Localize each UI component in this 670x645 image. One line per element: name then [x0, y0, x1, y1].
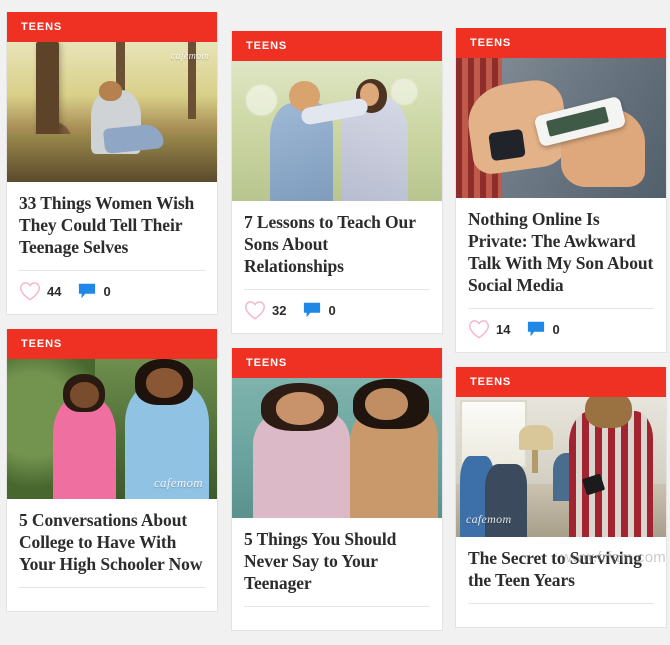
category-label: TEENS [21, 338, 63, 351]
like-count: 44 [47, 283, 62, 299]
article-title[interactable]: 5 Conversations About College to Have Wi… [19, 509, 205, 575]
card-body: 5 Things You Should Never Say to Your Te… [232, 518, 442, 608]
article-card[interactable]: TEENS 5 Things You Should Never Say to Y… [231, 348, 443, 632]
like-count: 14 [496, 321, 511, 337]
card-metrics: 32 0 [232, 290, 442, 333]
comment-count: 0 [552, 321, 560, 337]
photo-credit-watermark: cafemom [466, 512, 512, 527]
card-body: Nothing Online Is Private: The Awkward T… [456, 198, 666, 310]
article-card[interactable]: TEENS cafemom 33 Things Women Wish They … [6, 12, 218, 316]
article-thumbnail[interactable]: cafemom [456, 397, 666, 538]
card-metrics: 44 0 [7, 271, 217, 314]
comment-icon[interactable] [526, 320, 546, 338]
card-body: 5 Conversations About College to Have Wi… [7, 499, 217, 589]
category-label: TEENS [470, 37, 512, 49]
article-card[interactable]: TEENS cafemom 5 Conversations About Coll… [6, 329, 218, 613]
comment-count: 0 [103, 283, 111, 299]
comment-count: 0 [328, 302, 336, 318]
photo-illustration [232, 378, 442, 519]
article-thumbnail[interactable] [232, 61, 442, 201]
article-thumbnail[interactable] [456, 58, 666, 198]
card-column-1: TEENS cafemom 33 Things Women Wish They … [6, 0, 218, 626]
category-label: TEENS [21, 21, 63, 33]
article-card[interactable]: TEENS Nothing Online Is Private: The Awk… [455, 28, 667, 354]
card-body: 7 Lessons to Teach Our Sons About Relati… [232, 201, 442, 291]
heart-icon[interactable] [244, 300, 266, 320]
photo-illustration [7, 42, 217, 182]
article-title[interactable]: 7 Lessons to Teach Our Sons About Relati… [244, 211, 430, 277]
card-metrics [232, 607, 442, 630]
category-banner[interactable]: TEENS [456, 28, 666, 58]
category-banner[interactable]: TEENS [456, 367, 666, 398]
card-body: The Secret to Surviving the Teen Years [456, 537, 666, 605]
category-banner[interactable]: TEENS [7, 329, 217, 360]
category-banner[interactable]: TEENS [232, 348, 442, 379]
category-banner[interactable]: TEENS [7, 12, 217, 42]
article-title[interactable]: 5 Things You Should Never Say to Your Te… [244, 528, 430, 594]
category-label: TEENS [470, 376, 512, 389]
article-thumbnail[interactable]: cafemom [7, 359, 217, 500]
comment-icon[interactable] [77, 282, 97, 300]
article-title[interactable]: Nothing Online Is Private: The Awkward T… [468, 208, 654, 296]
heart-icon[interactable] [19, 281, 41, 301]
photo-credit-watermark: cafemom [170, 51, 209, 62]
card-column-2: TEENS 7 Lessons to Teach Our Sons About … [231, 0, 443, 645]
article-thumbnail[interactable]: cafemom [7, 42, 217, 182]
photo-credit-watermark: cafemom [153, 475, 203, 491]
article-title[interactable]: The Secret to Surviving the Teen Years [468, 547, 654, 591]
heart-icon[interactable] [468, 319, 490, 339]
article-card[interactable]: TEENS 7 Lessons to Teach Our Sons About … [231, 31, 443, 335]
article-title[interactable]: 33 Things Women Wish They Could Tell The… [19, 192, 205, 258]
card-metrics [7, 588, 217, 611]
comment-icon[interactable] [302, 301, 322, 319]
article-thumbnail[interactable] [232, 378, 442, 519]
photo-illustration [456, 58, 666, 198]
card-metrics: 14 0 [456, 309, 666, 352]
card-column-3: TEENS Nothing Online Is Private: The Awk… [455, 0, 667, 642]
photo-illustration [232, 61, 442, 201]
article-card[interactable]: TEENS cafemom The Secret to Surviving th… [455, 367, 667, 629]
card-body: 33 Things Women Wish They Could Tell The… [7, 182, 217, 272]
like-count: 32 [272, 302, 287, 318]
card-metrics [456, 604, 666, 627]
category-banner[interactable]: TEENS [232, 31, 442, 61]
category-label: TEENS [246, 357, 288, 370]
category-label: TEENS [246, 40, 288, 52]
article-card-grid: TEENS cafemom 33 Things Women Wish They … [0, 0, 670, 632]
